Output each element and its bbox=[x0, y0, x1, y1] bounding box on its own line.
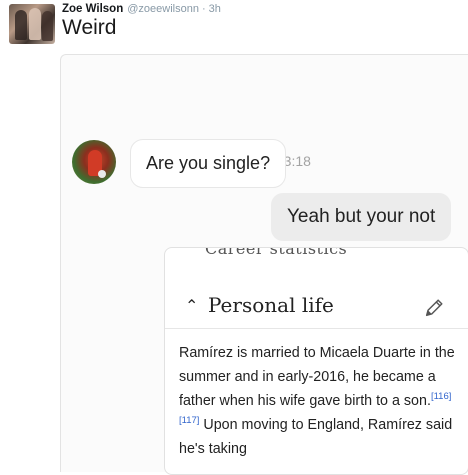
body-text: Ramírez is married to Micaela Duarte in … bbox=[179, 345, 455, 409]
outgoing-message: Yeah but your not bbox=[271, 193, 452, 241]
incoming-message: Are you single? bbox=[130, 139, 287, 188]
sender-avatar bbox=[72, 140, 116, 184]
body-text: Upon moving to England, Ramírez said he'… bbox=[179, 417, 453, 457]
section-title: Personal life bbox=[208, 293, 334, 317]
attached-screenshot[interactable]: Today at 13:18 Are you single? Yeah but … bbox=[60, 54, 468, 475]
tweet-meta: Zoe Wilson @zoeewilsonn · 3h bbox=[62, 3, 221, 15]
section-body: Ramírez is married to Micaela Duarte in … bbox=[179, 341, 459, 461]
caret-up-icon[interactable]: ⌃ bbox=[185, 296, 198, 316]
meta-separator: · bbox=[201, 3, 206, 15]
tweet-header: Zoe Wilson @zoeewilsonn · 3h Weird bbox=[0, 0, 468, 52]
wiki-excerpt: Career statistics ⌃ Personal life Ramíre… bbox=[164, 247, 468, 475]
cut-off-heading: Career statistics bbox=[205, 247, 348, 258]
reference-link[interactable]: [116] bbox=[431, 391, 451, 402]
section-header[interactable]: ⌃ Personal life bbox=[165, 288, 468, 329]
reference-link[interactable]: [117] bbox=[179, 415, 199, 426]
tweet-time[interactable]: 3h bbox=[209, 3, 221, 15]
pencil-icon[interactable] bbox=[423, 297, 445, 319]
author-handle[interactable]: @zoeewilsonn bbox=[127, 3, 199, 15]
tweet-text: Weird bbox=[62, 16, 117, 39]
author-name[interactable]: Zoe Wilson bbox=[62, 3, 123, 15]
tweeter-avatar[interactable] bbox=[9, 4, 55, 44]
